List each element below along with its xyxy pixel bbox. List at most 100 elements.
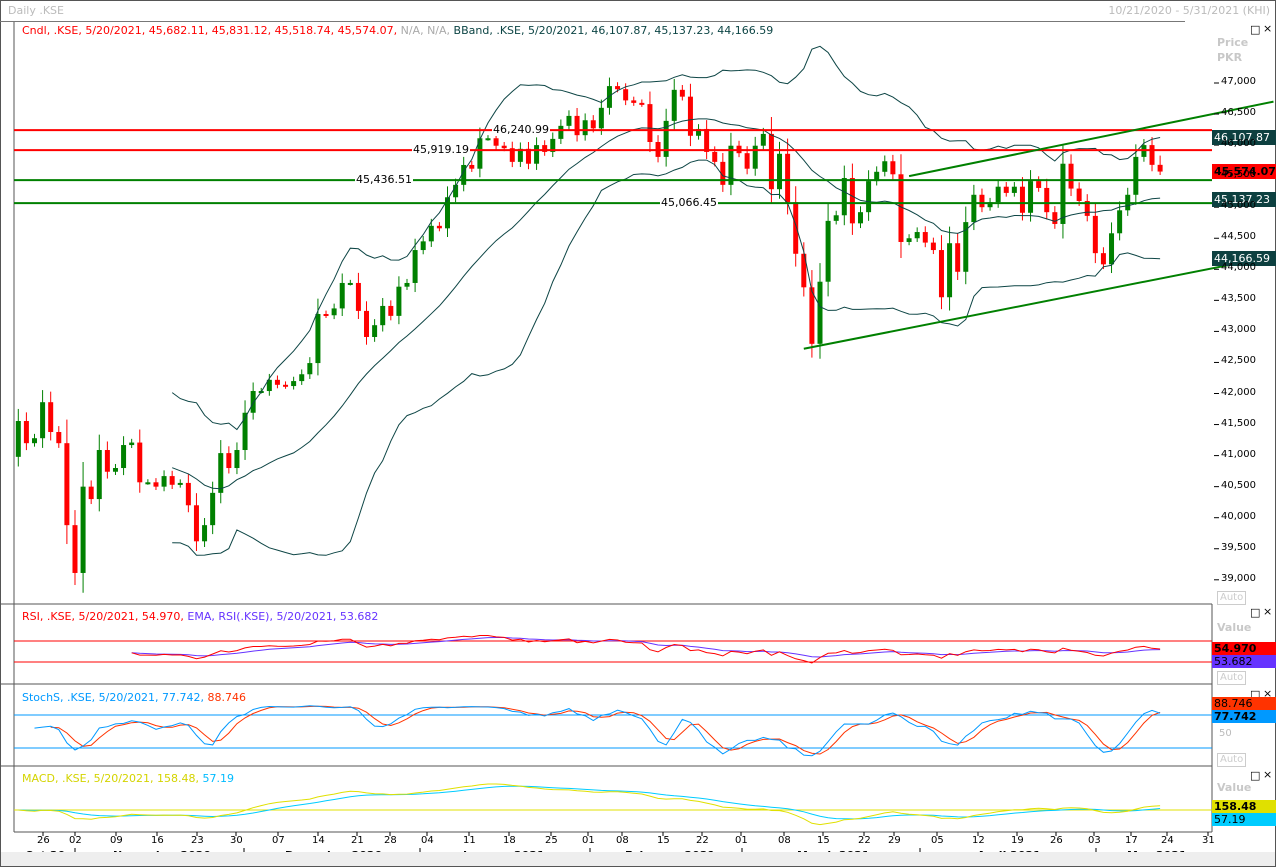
candle (23, 412, 29, 451)
candle-body (1076, 188, 1082, 201)
candle (566, 110, 572, 131)
candle-body (890, 161, 896, 175)
macd-maximize-icon[interactable]: □ (1250, 769, 1260, 782)
candle-body (825, 220, 831, 282)
candle-body (704, 128, 710, 152)
day-tick-label: 15 (657, 835, 670, 846)
candle (266, 373, 272, 396)
candle-body (31, 438, 37, 444)
day-tick-label: 26 (1050, 835, 1063, 846)
price-axis-currency: PKR (1217, 51, 1243, 64)
price-tick-label: 42,000 (1221, 386, 1256, 398)
main-auto-scale-button[interactable]: Auto (1217, 591, 1247, 605)
price-tick-label: 45,000 (1221, 200, 1256, 212)
candle (890, 154, 896, 180)
candle (307, 357, 313, 379)
day-tick-label: 07 (272, 835, 285, 846)
rsi-maximize-icon[interactable]: □ (1250, 606, 1260, 619)
candle (509, 141, 515, 168)
candle (728, 132, 734, 196)
candle (185, 474, 191, 513)
candle (979, 188, 985, 213)
candle-body (250, 391, 256, 413)
candle (112, 463, 118, 475)
candle (1125, 187, 1131, 216)
candle (355, 272, 361, 319)
candle-body (534, 145, 540, 164)
candle-body (161, 476, 167, 487)
day-tick-label: 17 (1125, 835, 1138, 846)
candle (234, 442, 240, 475)
candle (922, 226, 928, 248)
macd-close-icon[interactable]: × (1263, 768, 1272, 781)
candle-body (226, 453, 232, 469)
rsi-close-icon[interactable]: × (1263, 605, 1272, 618)
rsi-ema-value: 53.682 (1212, 655, 1276, 668)
rsi-auto-scale-button[interactable]: Auto (1217, 671, 1247, 685)
day-tick-label: 23 (191, 835, 204, 846)
candle-body (841, 178, 847, 216)
macd-signal-value: 57.19 (1212, 813, 1276, 826)
rsi-legend-text: RSI, .KSE, 5/20/2021, 54.970, (22, 610, 184, 623)
candle (129, 438, 135, 449)
main-maximize-icon[interactable]: □ (1250, 23, 1260, 36)
candle (671, 78, 677, 130)
candle-body (639, 102, 645, 105)
candle (849, 163, 855, 235)
candle-body (777, 153, 783, 190)
candle (1011, 182, 1017, 197)
candle-body (631, 100, 637, 103)
candle-body (979, 194, 985, 208)
day-tick-label: 09 (110, 835, 123, 846)
candle-body (914, 232, 920, 239)
candle (364, 301, 370, 345)
candle (639, 99, 645, 107)
candle-body (177, 482, 183, 485)
stoch-k-value: 77.742 (1212, 710, 1276, 723)
candle (177, 479, 183, 488)
candle-body (96, 450, 102, 500)
candle (825, 202, 831, 297)
candle-body (185, 482, 191, 506)
day-tick-label: 19 (1011, 835, 1024, 846)
candle (874, 166, 880, 186)
candle (679, 85, 685, 101)
candle-body (364, 310, 370, 337)
candle (412, 238, 418, 293)
day-tick-label: 30 (230, 835, 243, 846)
candle-body (234, 450, 240, 469)
candle-body (347, 282, 353, 285)
candle (1100, 247, 1106, 270)
candle-body (1044, 187, 1050, 213)
stoch-auto-scale-button[interactable]: Auto (1217, 753, 1247, 767)
day-tick-label: 04 (421, 835, 434, 846)
candle (720, 153, 726, 192)
candle-legend: Cndl, .KSE, 5/20/2021, 45,682.11, 45,831… (22, 24, 398, 37)
candle (574, 107, 580, 142)
candle-body (169, 476, 175, 485)
candle-body (882, 161, 888, 172)
candle-body (615, 86, 621, 90)
day-tick-label: 22 (858, 835, 871, 846)
candle-body (671, 89, 677, 121)
candle (161, 470, 167, 492)
candle-body (1019, 186, 1025, 213)
candle-body (396, 286, 402, 316)
candle (534, 137, 540, 170)
candle-body (323, 314, 329, 317)
candle-body (971, 194, 977, 223)
candle-body (1157, 164, 1163, 172)
chart-canvas[interactable] (0, 0, 1276, 867)
day-tick-label: 01 (582, 835, 595, 846)
candle-body (218, 453, 224, 493)
price-tick-label: 47,000 (1221, 76, 1256, 87)
price-tick-label: 42,500 (1221, 355, 1256, 367)
price-tick-label: 40,500 (1221, 479, 1256, 491)
candle (64, 419, 70, 545)
main-close-icon[interactable]: × (1263, 22, 1272, 35)
candle (388, 300, 394, 321)
candle-body (1133, 156, 1139, 195)
candle-body (866, 181, 872, 213)
candle-body (88, 486, 94, 500)
candle (947, 226, 953, 311)
